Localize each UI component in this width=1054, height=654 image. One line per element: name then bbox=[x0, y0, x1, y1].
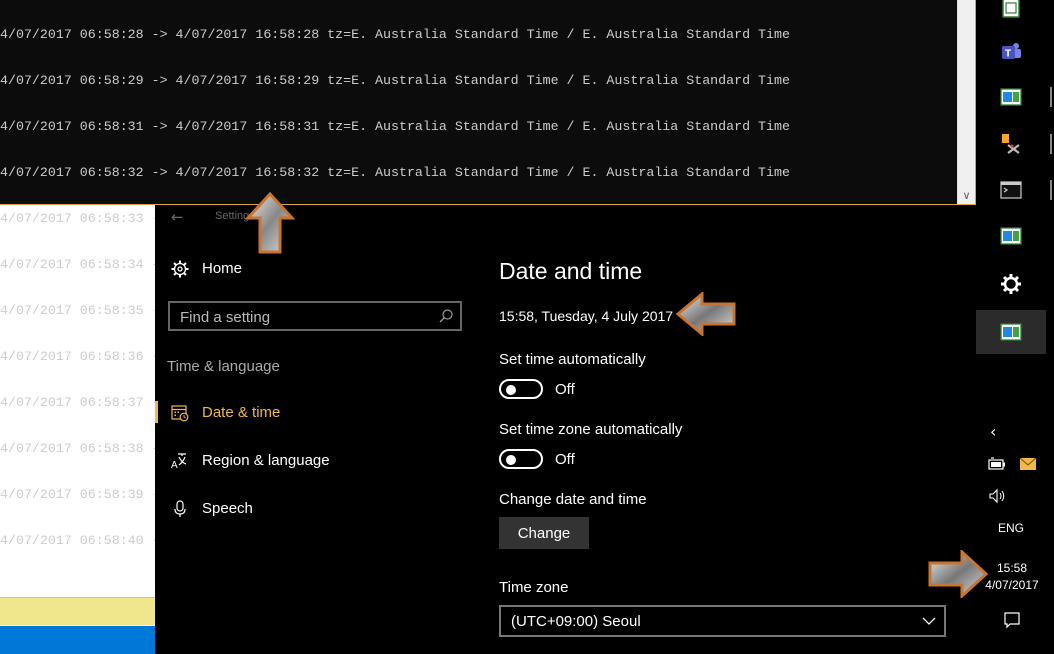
app-window-icon bbox=[1000, 323, 1022, 341]
search-icon[interactable] bbox=[438, 308, 454, 324]
settings-window: ← Settings Home Time & bbox=[155, 205, 976, 649]
set-tz-auto-label: Set time zone automatically bbox=[499, 421, 683, 438]
section-header: Time & language bbox=[167, 358, 280, 375]
toggle-knob bbox=[506, 455, 516, 465]
nav-home-label: Home bbox=[202, 260, 243, 277]
taskbar-app-window[interactable] bbox=[976, 0, 1046, 30]
settings-nav-pane: ← Settings Home Time & bbox=[155, 205, 477, 649]
settings-titlebar: ← Settings bbox=[155, 205, 477, 229]
taskbar-app-window[interactable] bbox=[976, 75, 1052, 119]
app-window-icon bbox=[1002, 0, 1020, 18]
toggle-knob bbox=[506, 385, 516, 395]
timezone-select[interactable]: (UTC+09:00) Seoul bbox=[499, 605, 946, 637]
nav-home[interactable]: Home bbox=[155, 253, 477, 287]
back-arrow-icon[interactable]: ← bbox=[171, 208, 184, 226]
console-icon bbox=[1000, 181, 1022, 199]
battery-icon[interactable] bbox=[988, 457, 1006, 471]
app-window-icon bbox=[1000, 88, 1022, 106]
change-button[interactable]: Change bbox=[499, 517, 589, 549]
set-time-auto-label: Set time automatically bbox=[499, 351, 646, 368]
running-indicator bbox=[1050, 180, 1052, 200]
taskbar-app-settings[interactable] bbox=[976, 262, 1046, 306]
current-datetime: 15:58, Tuesday, 4 July 2017 bbox=[499, 308, 674, 324]
background-yellow-bar bbox=[0, 597, 155, 625]
show-hidden-icons-chevron-icon[interactable]: ‹ bbox=[990, 422, 1002, 442]
search-box[interactable] bbox=[168, 301, 462, 331]
nav-item-label: Date & time bbox=[202, 404, 281, 421]
nav-item-region-language[interactable]: A Region & language bbox=[155, 445, 477, 479]
teams-icon: T bbox=[1002, 43, 1021, 60]
annotation-arrow-right bbox=[928, 550, 988, 598]
input-language-indicator[interactable]: ENG bbox=[976, 521, 1046, 535]
search-input[interactable] bbox=[170, 303, 442, 331]
annotation-arrow-left bbox=[676, 292, 736, 336]
running-indicator bbox=[1050, 134, 1052, 154]
svg-text:A: A bbox=[171, 460, 178, 471]
console-line: 4/07/2017 06:58:29 -> 4/07/2017 16:58:29… bbox=[0, 73, 790, 88]
settings-content-pane: Date and time 15:58, Tuesday, 4 July 201… bbox=[477, 205, 976, 649]
console-line: 4/07/2017 06:58:28 -> 4/07/2017 16:58:28… bbox=[0, 27, 790, 42]
taskbar-app-tools[interactable] bbox=[976, 122, 1052, 166]
taskbar-app-window[interactable] bbox=[976, 214, 1046, 258]
set-tz-auto-state: Off bbox=[555, 451, 575, 468]
selected-indicator bbox=[155, 401, 158, 423]
microphone-icon bbox=[174, 500, 186, 517]
taskbar-app-console[interactable] bbox=[976, 168, 1052, 212]
running-indicator bbox=[1050, 87, 1052, 107]
nav-item-speech[interactable]: Speech bbox=[155, 493, 477, 527]
console-line: 4/07/2017 06:58:32 -> 4/07/2017 16:58:32… bbox=[0, 165, 790, 180]
svg-text:T: T bbox=[1005, 49, 1011, 60]
background-blue-bar bbox=[0, 626, 155, 654]
mail-icon[interactable] bbox=[1020, 458, 1036, 470]
volume-icon[interactable] bbox=[988, 488, 1006, 504]
page-title: Date and time bbox=[499, 258, 643, 284]
taskbar-app-teams[interactable]: T bbox=[976, 30, 1046, 74]
taskbar-app-window-active[interactable] bbox=[976, 310, 1046, 354]
scroll-down-icon[interactable]: ∨ bbox=[958, 189, 975, 202]
nav-item-date-time[interactable]: Date & time bbox=[155, 397, 477, 431]
set-tz-auto-toggle[interactable] bbox=[499, 449, 543, 469]
app-window-icon bbox=[1000, 227, 1022, 245]
console-scrollbar[interactable]: ∨ bbox=[957, 0, 975, 204]
timezone-label: Time zone bbox=[499, 579, 569, 596]
region-language-icon: A bbox=[171, 453, 187, 471]
tools-icon bbox=[1002, 134, 1020, 154]
console-window[interactable]: 4/07/2017 06:58:28 -> 4/07/2017 16:58:28… bbox=[0, 0, 976, 548]
calendar-clock-icon bbox=[171, 405, 189, 422]
gear-icon bbox=[171, 260, 189, 278]
timezone-value: (UTC+09:00) Seoul bbox=[511, 613, 641, 630]
change-datetime-label: Change date and time bbox=[499, 491, 647, 508]
console-line: 4/07/2017 06:58:31 -> 4/07/2017 16:58:31… bbox=[0, 119, 790, 134]
nav-item-label: Region & language bbox=[202, 452, 330, 469]
settings-gear-icon bbox=[1001, 274, 1021, 294]
nav-item-label: Speech bbox=[202, 500, 253, 517]
annotation-arrow-up bbox=[245, 192, 295, 254]
set-time-auto-toggle[interactable] bbox=[499, 379, 543, 399]
action-center-icon[interactable] bbox=[1003, 611, 1021, 629]
chevron-down-icon bbox=[922, 617, 936, 625]
set-time-auto-state: Off bbox=[555, 381, 575, 398]
